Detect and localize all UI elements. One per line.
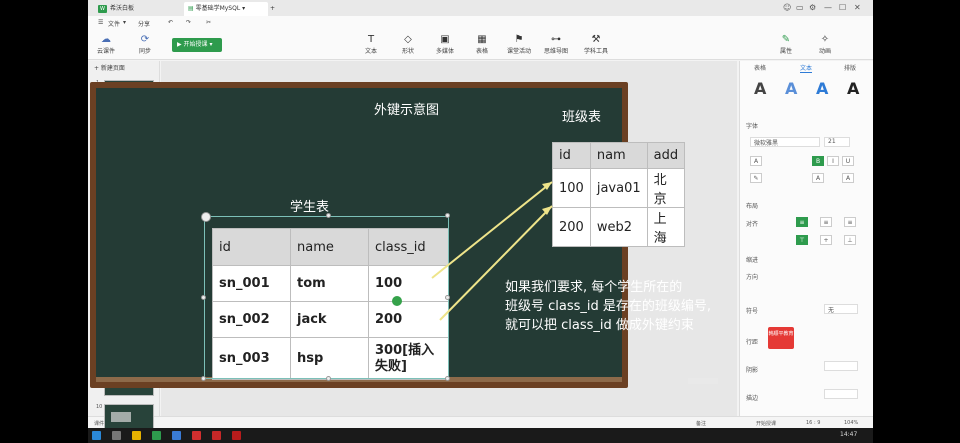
seewo-icon[interactable] — [152, 431, 161, 440]
app-icon[interactable] — [212, 431, 221, 440]
windows-start-icon[interactable] — [92, 431, 101, 440]
file-explorer-icon[interactable] — [132, 431, 141, 440]
ide-icon[interactable] — [172, 431, 181, 440]
search-icon[interactable] — [112, 431, 121, 440]
clock: 14:47 — [840, 431, 858, 438]
arrow-100 — [431, 181, 553, 279]
recorder-icon[interactable] — [232, 431, 241, 440]
arrows-layer — [431, 181, 553, 321]
arrow-200 — [439, 205, 553, 321]
windows-taskbar: 14:47 — [88, 428, 873, 443]
brand-logo: 韩顺平教育 — [768, 327, 794, 349]
wps-icon[interactable] — [192, 431, 201, 440]
